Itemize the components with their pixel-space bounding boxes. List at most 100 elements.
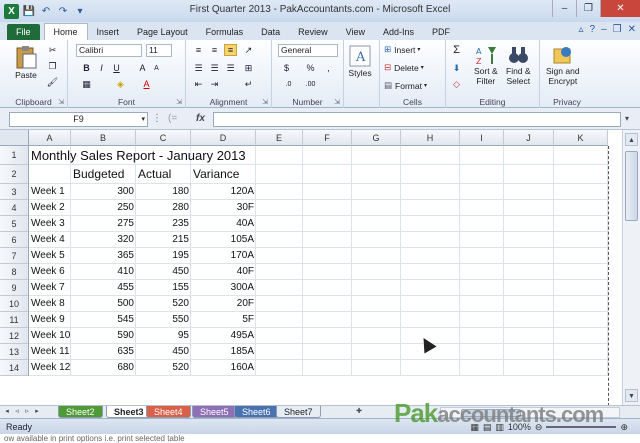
grid-cell[interactable]: [554, 280, 608, 296]
grid-cell[interactable]: [554, 200, 608, 216]
tab-add-ins[interactable]: Add-Ins: [374, 24, 423, 40]
grid-cell[interactable]: [401, 165, 460, 184]
value-cell[interactable]: 40F: [191, 264, 256, 280]
grid-cell[interactable]: [303, 328, 352, 344]
window-restore-icon[interactable]: ❐: [613, 24, 622, 35]
grid-cell[interactable]: [554, 184, 608, 200]
vertical-scrollbar[interactable]: ▲ ▼: [622, 130, 640, 405]
grid-cell[interactable]: [303, 165, 352, 184]
value-cell[interactable]: 365: [71, 248, 136, 264]
grid-cell[interactable]: [352, 344, 401, 360]
wrap-text-icon[interactable]: ↵: [242, 78, 255, 90]
tab-page-layout[interactable]: Page Layout: [128, 24, 197, 40]
week-label-cell[interactable]: Week 7: [29, 280, 71, 296]
grid-cell[interactable]: [256, 200, 303, 216]
grid-cell[interactable]: [460, 146, 504, 165]
column-header-b[interactable]: B: [71, 130, 136, 146]
value-cell[interactable]: 195: [136, 248, 191, 264]
column-header-i[interactable]: I: [460, 130, 504, 146]
row-header-3[interactable]: 3: [0, 184, 29, 200]
column-header-d[interactable]: D: [191, 130, 256, 146]
comma-button[interactable]: ,: [322, 62, 335, 74]
grid-cell[interactable]: [352, 200, 401, 216]
scroll-down-icon[interactable]: ▼: [625, 389, 638, 402]
value-cell[interactable]: 450: [136, 344, 191, 360]
grid-cell[interactable]: [460, 200, 504, 216]
grid-cell[interactable]: [554, 312, 608, 328]
row-header-8[interactable]: 8: [0, 264, 29, 280]
grid-cell[interactable]: [554, 344, 608, 360]
top-align-icon[interactable]: ≡: [192, 44, 205, 56]
restore-button[interactable]: ❐: [576, 0, 600, 17]
grid-cell[interactable]: [256, 280, 303, 296]
row-header-5[interactable]: 5: [0, 216, 29, 232]
grid-cell[interactable]: [352, 165, 401, 184]
grid-cell[interactable]: [352, 280, 401, 296]
week-label-cell[interactable]: Week 2: [29, 200, 71, 216]
grid-cell[interactable]: [460, 165, 504, 184]
grid-cell[interactable]: [352, 146, 401, 165]
row-header-11[interactable]: 11: [0, 312, 29, 328]
font-size-select[interactable]: 11: [146, 44, 172, 57]
value-cell[interactable]: 30F: [191, 200, 256, 216]
column-header-j[interactable]: J: [504, 130, 554, 146]
grid-cell[interactable]: [504, 328, 554, 344]
tab-data[interactable]: Data: [252, 24, 289, 40]
value-cell[interactable]: 235: [136, 216, 191, 232]
grid-cell[interactable]: [303, 200, 352, 216]
tab-view[interactable]: View: [337, 24, 374, 40]
insert-function-button[interactable]: fx: [196, 113, 205, 124]
grid-cell[interactable]: [303, 264, 352, 280]
week-label-cell[interactable]: Week 3: [29, 216, 71, 232]
grid-cell[interactable]: [504, 216, 554, 232]
grid-cell[interactable]: [554, 296, 608, 312]
grid-cell[interactable]: [352, 216, 401, 232]
value-cell[interactable]: 300: [71, 184, 136, 200]
formula-bar-splitter-icon[interactable]: ⋮: [152, 113, 162, 124]
formula-input[interactable]: [213, 112, 621, 127]
sheet-tab-sheet7[interactable]: Sheet7: [276, 406, 321, 418]
grid-cell[interactable]: [303, 344, 352, 360]
grid-cell[interactable]: [504, 280, 554, 296]
currency-button[interactable]: $: [280, 62, 293, 74]
grid-cell[interactable]: [352, 296, 401, 312]
grid-cell[interactable]: [256, 296, 303, 312]
grid-cell[interactable]: [401, 248, 460, 264]
window-close-icon[interactable]: ✕: [628, 24, 636, 35]
grid-cell[interactable]: [554, 360, 608, 376]
grow-font-button[interactable]: A: [136, 62, 149, 74]
number-format-select[interactable]: General: [278, 44, 338, 57]
value-cell[interactable]: 185A: [191, 344, 256, 360]
italic-button[interactable]: I: [95, 62, 108, 74]
week-label-cell[interactable]: Week 6: [29, 264, 71, 280]
week-label-cell[interactable]: Week 5: [29, 248, 71, 264]
week-label-cell[interactable]: Week 9: [29, 312, 71, 328]
grid-cell[interactable]: [460, 280, 504, 296]
clipboard-launcher-icon[interactable]: ⇲: [58, 98, 64, 106]
grid-cell[interactable]: [303, 146, 352, 165]
sheet-tab-sheet2[interactable]: Sheet2: [58, 406, 103, 418]
week-label-cell[interactable]: Week 8: [29, 296, 71, 312]
week-label-cell[interactable]: Week 11: [29, 344, 71, 360]
grid-cell[interactable]: [256, 248, 303, 264]
borders-icon[interactable]: ▦: [80, 78, 93, 90]
grid-cell[interactable]: [303, 360, 352, 376]
save-icon[interactable]: 💾: [22, 4, 36, 18]
grid-cell[interactable]: [352, 232, 401, 248]
value-cell[interactable]: 280: [136, 200, 191, 216]
decrease-decimal-button[interactable]: .00: [304, 78, 317, 90]
styles-button[interactable]: A Styles: [348, 44, 372, 78]
tab-review[interactable]: Review: [289, 24, 337, 40]
grid-cell[interactable]: [352, 312, 401, 328]
sheet-tab-sheet3[interactable]: Sheet3: [106, 406, 152, 418]
value-cell[interactable]: 495A: [191, 328, 256, 344]
value-cell[interactable]: 500: [71, 296, 136, 312]
grid-cell[interactable]: [401, 280, 460, 296]
grid-cell[interactable]: [256, 216, 303, 232]
grid-cell[interactable]: [303, 248, 352, 264]
grid-cell[interactable]: [554, 216, 608, 232]
grid-cell[interactable]: [401, 232, 460, 248]
grid-cell[interactable]: [460, 312, 504, 328]
formula-bar-expand-icon[interactable]: (=: [168, 113, 177, 124]
tab-formulas[interactable]: Formulas: [197, 24, 253, 40]
